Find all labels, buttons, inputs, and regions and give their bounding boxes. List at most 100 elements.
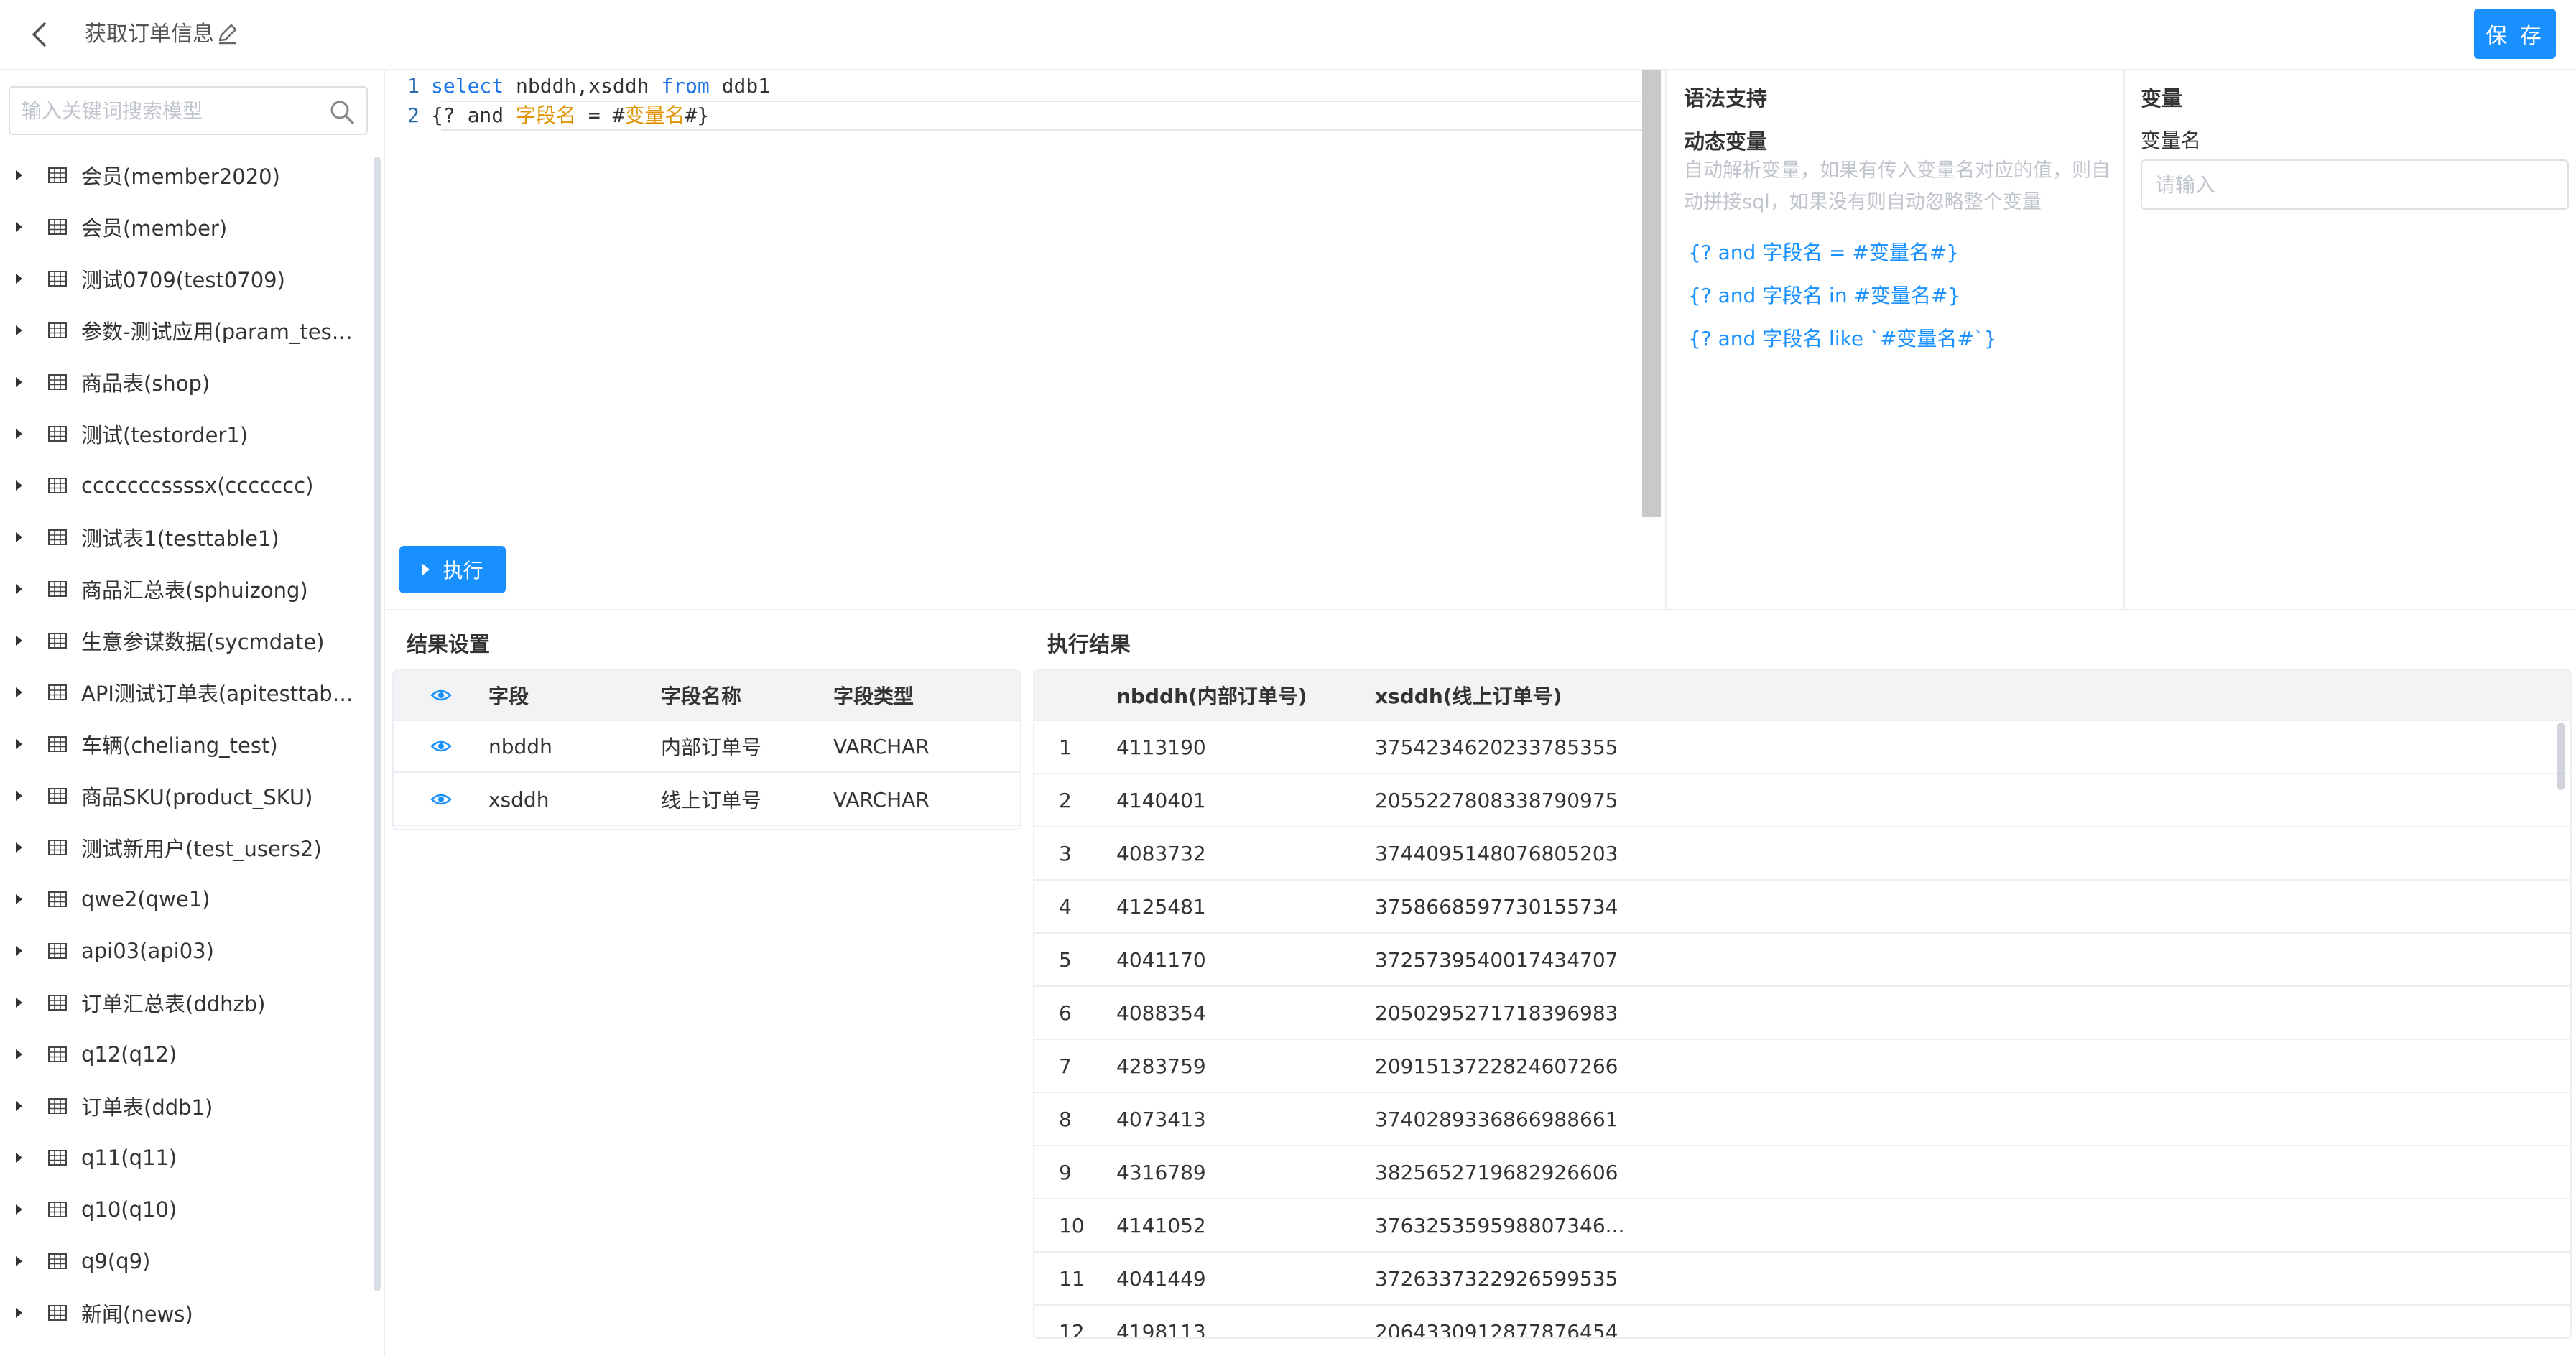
tree-item[interactable]: 新闻(news): [0, 1287, 374, 1339]
save-button[interactable]: 保 存: [2474, 9, 2556, 59]
caret-right-icon[interactable]: [16, 842, 22, 853]
visibility-toggle[interactable]: [394, 739, 488, 753]
caret-right-icon[interactable]: [16, 946, 22, 956]
caret-right-icon[interactable]: [16, 325, 22, 335]
tree-item-label: 商品SKU(product_SKU): [81, 785, 313, 809]
table-icon: [48, 891, 67, 907]
tree-item[interactable]: 测试(testorder1): [0, 408, 374, 460]
table-row: nbddh 内部订单号 VARCHAR: [394, 721, 1020, 773]
sidebar-scrollbar[interactable]: [374, 157, 381, 1291]
caret-right-icon[interactable]: [16, 636, 22, 646]
eye-icon[interactable]: [430, 688, 452, 702]
xsddh-cell: 3726337322926599535: [1375, 1266, 1618, 1291]
model-search-input[interactable]: [22, 88, 323, 134]
caret-right-icon[interactable]: [16, 222, 22, 232]
caret-right-icon[interactable]: [16, 1256, 22, 1266]
tree-item[interactable]: 商品汇总表(sphuizong): [0, 563, 374, 615]
field-name-cell[interactable]: 内部订单号: [661, 732, 833, 761]
tree-item[interactable]: qwe2(qwe1): [0, 873, 374, 925]
caret-right-icon[interactable]: [16, 1101, 22, 1111]
tree-item[interactable]: q12(q12): [0, 1028, 374, 1080]
field-name-cell[interactable]: 线上订单号: [661, 785, 833, 814]
xsddh-cell: 3754234620233785355: [1375, 735, 1618, 759]
row-index: 2: [1059, 788, 1072, 812]
result-settings-table: 字段 字段名称 字段类型 nbddh 内部订单号 VARCHAR xsddh 线…: [392, 669, 1021, 830]
caret-right-icon[interactable]: [16, 429, 22, 439]
tree-item[interactable]: 测试表1(testtable1): [0, 511, 374, 563]
table-icon: [48, 1150, 67, 1166]
table-row: 8 4073413 3740289336866988661: [1034, 1093, 2570, 1146]
caret-right-icon[interactable]: [16, 739, 22, 749]
caret-right-icon[interactable]: [16, 274, 22, 284]
table-icon: [48, 1202, 67, 1217]
column-header: 字段类型: [833, 684, 914, 708]
nbddh-cell: 4283759: [1116, 1054, 1206, 1078]
xsddh-cell: 2050295271718396983: [1375, 1000, 1618, 1025]
editor-scrollbar[interactable]: [1642, 70, 1661, 517]
tree-item[interactable]: 商品表(shop): [0, 356, 374, 408]
tree-item[interactable]: 测试新用户(test_users2): [0, 822, 374, 873]
caret-right-icon[interactable]: [16, 894, 22, 904]
field-type-cell: VARCHAR: [833, 787, 930, 812]
tree-item[interactable]: 参数-测试应用(param_test...: [0, 305, 374, 356]
caret-right-icon[interactable]: [16, 1049, 22, 1059]
nbddh-cell: 4073413: [1116, 1107, 1206, 1131]
back-button[interactable]: [23, 19, 55, 50]
caret-right-icon[interactable]: [16, 998, 22, 1008]
caret-right-icon[interactable]: [16, 1308, 22, 1318]
caret-right-icon[interactable]: [16, 480, 22, 491]
results-title: 执行结果: [1047, 632, 1131, 656]
caret-right-icon[interactable]: [16, 687, 22, 697]
tree-item[interactable]: q10(q10): [0, 1184, 374, 1235]
tree-item[interactable]: 订单表(ddb1): [0, 1080, 374, 1132]
table-icon: [48, 1098, 67, 1114]
results-scrollbar[interactable]: [2557, 723, 2565, 790]
xsddh-cell: 3758668597730155734: [1375, 894, 1618, 919]
xsddh-cell: 2055227808338790975: [1375, 788, 1618, 812]
caret-right-icon[interactable]: [16, 1204, 22, 1215]
tree-item[interactable]: 会员(member): [0, 201, 374, 253]
table-icon: [48, 1046, 67, 1062]
caret-right-icon[interactable]: [16, 1153, 22, 1163]
code-text: = #: [576, 103, 625, 127]
tree-item[interactable]: API测试订单表(apitesttable1): [0, 667, 374, 718]
search-icon[interactable]: [328, 98, 356, 126]
tree-item[interactable]: 测试0709(test0709): [0, 253, 374, 305]
caret-right-icon[interactable]: [16, 584, 22, 594]
syntax-snippet-equals[interactable]: {? and 字段名 = #变量名#}: [1688, 237, 1959, 266]
visibility-toggle[interactable]: [394, 792, 488, 807]
row-index: 4: [1059, 894, 1072, 919]
variable-name-input[interactable]: [2141, 159, 2569, 210]
row-index: 1: [1059, 735, 1072, 759]
table-icon: [48, 322, 67, 338]
xsddh-cell: 2091513722824607266: [1375, 1054, 1618, 1078]
code-text: #}: [685, 103, 710, 127]
caret-right-icon[interactable]: [16, 791, 22, 801]
play-icon: [422, 563, 430, 576]
tree-item[interactable]: 订单汇总表(ddhzb): [0, 977, 374, 1028]
tree-item[interactable]: 车辆(cheliang_test): [0, 718, 374, 770]
syntax-snippet-like[interactable]: {? and 字段名 like `#变量名#`}: [1688, 323, 1997, 352]
edit-title-button[interactable]: [216, 22, 241, 47]
tree-item-label: 测试新用户(test_users2): [81, 837, 322, 861]
sql-editor[interactable]: 1 select nbddh,xsddh from ddb1 2 {? and …: [386, 70, 1661, 523]
tree-item[interactable]: 生意参谋数据(sycmdate): [0, 615, 374, 667]
chevron-left-icon: [32, 22, 46, 47]
tree-item[interactable]: 商品SKU(product_SKU): [0, 770, 374, 822]
tree-item-label: q11(q11): [81, 1146, 177, 1170]
eye-icon: [430, 740, 452, 752]
tree-item[interactable]: q9(q9): [0, 1235, 374, 1287]
tree-item-label: 新闻(news): [81, 1302, 193, 1327]
tree-item[interactable]: 会员(member2020): [0, 149, 374, 201]
tree-item[interactable]: cccccccssssx(ccccccc): [0, 460, 374, 511]
caret-right-icon[interactable]: [16, 532, 22, 542]
caret-right-icon[interactable]: [16, 377, 22, 387]
tree-item-label: q10(q10): [81, 1197, 177, 1222]
tree-item[interactable]: api03(api03): [0, 925, 374, 977]
run-button[interactable]: 执行: [399, 546, 506, 593]
caret-right-icon[interactable]: [16, 170, 22, 180]
run-button-label: 执行: [443, 559, 483, 582]
syntax-snippet-in[interactable]: {? and 字段名 in #变量名#}: [1688, 280, 1960, 309]
code-field: 字段名: [516, 103, 577, 127]
tree-item[interactable]: q11(q11): [0, 1132, 374, 1184]
